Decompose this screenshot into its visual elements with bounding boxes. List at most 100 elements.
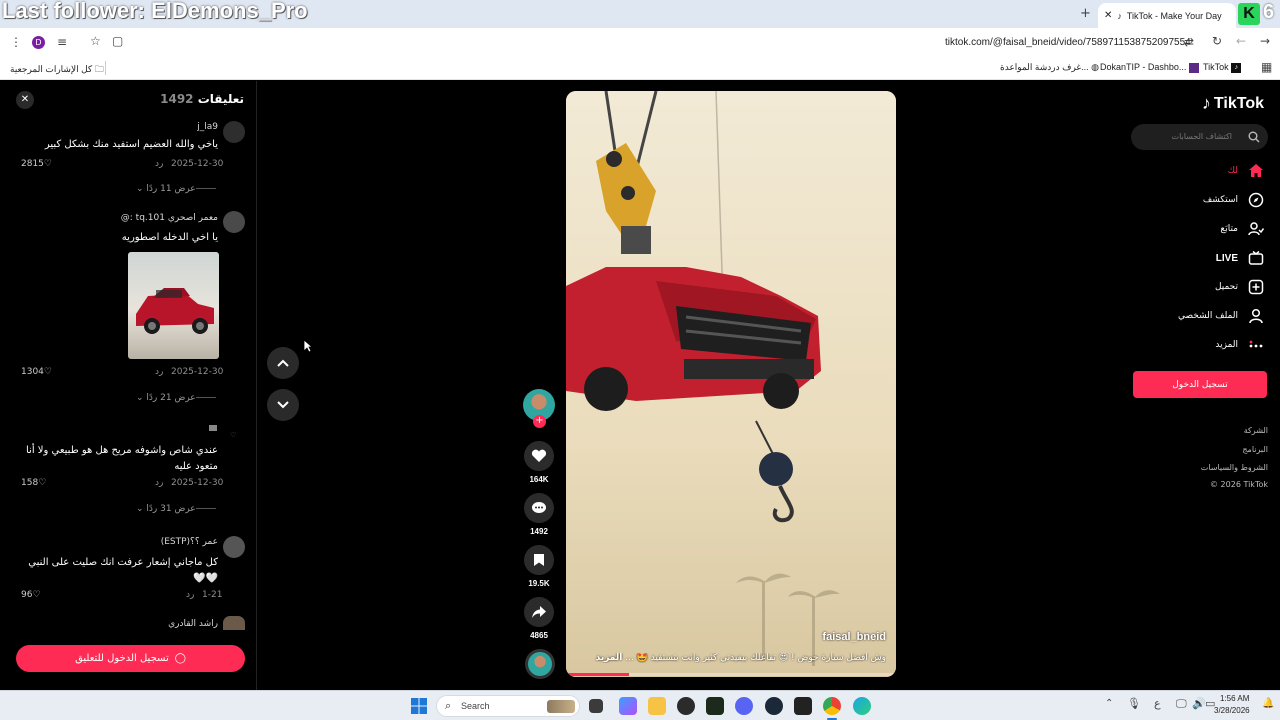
like-comment-button[interactable]: 1304♡ bbox=[21, 367, 52, 377]
sidebar-item-for-you[interactable]: لك bbox=[1228, 163, 1264, 178]
reply-button[interactable]: رد bbox=[155, 367, 163, 377]
footer-link-company[interactable]: الشركة bbox=[1244, 426, 1268, 435]
windows-taskbar: ⌕ Search ⌃ 🎙 ع 🖵 🔊 ▭ 1:56 AM 3/28/2026 🔔 bbox=[0, 690, 1280, 720]
like-comment-button[interactable]: 158♡ bbox=[21, 478, 46, 488]
search-box[interactable]: اكتشاف الحسابات bbox=[1131, 124, 1268, 150]
footer-link-terms[interactable]: الشروط والسياسات bbox=[1201, 463, 1268, 472]
caption-more-link[interactable]: المزيد bbox=[596, 653, 623, 663]
sidebar-item-more[interactable]: المزيد bbox=[1215, 337, 1264, 353]
comments-header: تعليقات 1492 bbox=[160, 92, 244, 106]
sidebar-item-live[interactable]: LIVE bbox=[1216, 250, 1264, 266]
share-action[interactable]: 4865 bbox=[524, 597, 554, 640]
address-bar[interactable]: tiktok.com/@faisal_bneid/video/758971153… bbox=[945, 37, 1191, 48]
sidebar-item-explore[interactable]: استكشف bbox=[1203, 192, 1264, 208]
close-tab-icon[interactable]: ✕ bbox=[1104, 10, 1112, 21]
new-tab-icon[interactable]: + bbox=[1080, 7, 1091, 20]
sound-avatar[interactable] bbox=[525, 649, 555, 679]
close-comments-button[interactable]: ✕ bbox=[16, 91, 34, 109]
discord-icon[interactable] bbox=[735, 697, 753, 715]
following-icon bbox=[1248, 222, 1264, 236]
task-view-icon[interactable] bbox=[589, 699, 603, 713]
back-icon[interactable]: → bbox=[1260, 35, 1270, 47]
login-to-comment-button[interactable]: ◯ تسجيل الدخول للتعليق bbox=[16, 645, 245, 672]
video-author[interactable]: faisal_bneid bbox=[822, 631, 886, 643]
edge-icon[interactable] bbox=[853, 697, 871, 715]
video-progress-track[interactable] bbox=[566, 673, 896, 676]
bookmark-dokan[interactable]: DokanTIP - Dashbo... bbox=[1100, 62, 1199, 73]
volume-icon[interactable]: 🔊 bbox=[1192, 698, 1206, 709]
search-placeholder: اكتشاف الحسابات bbox=[1171, 132, 1232, 141]
previous-video-button[interactable] bbox=[267, 347, 299, 379]
bookmark-chat[interactable]: غرف دردشة المواعدة... ◍ bbox=[1000, 62, 1099, 73]
network-icon[interactable]: 🖵 bbox=[1176, 698, 1187, 709]
save-action[interactable]: 19.5K bbox=[524, 545, 554, 588]
notifications-icon[interactable]: 🔔 bbox=[1262, 699, 1274, 709]
comment-username[interactable]: عمر ؟؟(ESTP) bbox=[161, 537, 218, 547]
language-indicator[interactable]: ع bbox=[1154, 698, 1161, 709]
tray-overflow-icon[interactable]: ⌃ bbox=[1105, 699, 1113, 709]
view-replies-button[interactable]: عرض 21 ردًا ⌄ bbox=[136, 393, 222, 403]
tab-title: TikTok - Make Your Day bbox=[1126, 10, 1222, 21]
store-icon[interactable] bbox=[619, 697, 637, 715]
microphone-icon[interactable]: 🎙 bbox=[1127, 698, 1141, 709]
reload-icon[interactable]: ↻ bbox=[1212, 35, 1222, 47]
follow-button[interactable]: + bbox=[533, 415, 546, 428]
avatar[interactable] bbox=[223, 211, 245, 233]
reply-button[interactable]: رد bbox=[186, 590, 194, 600]
comment-image[interactable] bbox=[128, 252, 219, 359]
home-icon bbox=[1249, 164, 1263, 177]
footer-link-program[interactable]: البرنامج bbox=[1242, 445, 1268, 454]
browser-tab[interactable]: ✕ ♪ TikTok - Make Your Day bbox=[1098, 3, 1236, 28]
forward-icon[interactable]: ← bbox=[1236, 35, 1246, 47]
view-replies-button[interactable]: عرض 11 ردًا ⌄ bbox=[136, 184, 222, 194]
menu-dots-icon[interactable]: ⋮ bbox=[10, 36, 22, 48]
steam-icon[interactable] bbox=[765, 697, 783, 715]
comment-text: كل ماجاني إشعار عرفت انك صليت على النبي … bbox=[28, 557, 218, 584]
video-player[interactable]: faisal_bneid وش افضل سيارة حوض ! 😍 تفاعل… bbox=[566, 91, 896, 677]
sidebar-item-profile[interactable]: الملف الشخصي bbox=[1178, 308, 1264, 324]
video-frame bbox=[566, 91, 896, 677]
clock-time[interactable]: 1:56 AM bbox=[1220, 694, 1249, 703]
comment-text: يا اخي الدخله اصطوريه bbox=[121, 232, 218, 243]
bookmark-star-icon[interactable]: ☆ bbox=[90, 35, 101, 47]
comment-text: عندي شاص واشوفه مريح هل هو طبيعي ولا أنا… bbox=[26, 445, 218, 472]
like-comment-button[interactable]: 96♡ bbox=[21, 590, 41, 600]
mouse-cursor-icon bbox=[303, 339, 313, 353]
chevron-down-icon bbox=[277, 401, 289, 409]
like-count: 164K bbox=[529, 475, 549, 484]
like-action[interactable]: 164K bbox=[524, 441, 554, 484]
file-explorer-icon[interactable] bbox=[648, 697, 666, 715]
comment-username[interactable]: راشد القادري bbox=[168, 619, 218, 629]
reading-list-icon[interactable]: ≡ bbox=[57, 36, 67, 48]
compass-icon bbox=[1248, 192, 1264, 208]
game-icon[interactable] bbox=[794, 697, 812, 715]
apps-grid-icon[interactable]: ▦ bbox=[1261, 61, 1272, 73]
reply-button[interactable]: رد bbox=[155, 478, 163, 488]
taskbar-search[interactable]: ⌕ Search bbox=[436, 695, 580, 717]
sidebar-item-upload[interactable]: تحميل bbox=[1215, 279, 1264, 295]
all-bookmarks[interactable]: 🗀 كل الإشارات المرجعية bbox=[10, 62, 104, 78]
sidebar-item-following[interactable]: متابَع bbox=[1220, 221, 1264, 237]
avatar[interactable] bbox=[223, 616, 245, 630]
clock-date[interactable]: 3/28/2026 bbox=[1214, 706, 1250, 715]
avatar[interactable] bbox=[223, 121, 245, 143]
reply-button[interactable]: رد bbox=[155, 159, 163, 169]
terminal-icon[interactable] bbox=[706, 697, 724, 715]
comment-username[interactable]: j_la9 bbox=[197, 122, 218, 132]
tiktok-logo[interactable]: ♪ TikTok bbox=[1202, 93, 1264, 114]
install-app-icon[interactable]: ▢ bbox=[112, 35, 123, 47]
comment-username[interactable]: معمر اصحري 101.tq :@ bbox=[121, 213, 218, 223]
view-replies-button[interactable]: عرض 31 ردًا ⌄ bbox=[136, 504, 222, 514]
windows-start-icon[interactable] bbox=[411, 698, 427, 714]
app-icon[interactable] bbox=[677, 697, 695, 715]
avatar[interactable] bbox=[223, 536, 245, 558]
sidebar-login-button[interactable]: تسجيل الدخول bbox=[1133, 371, 1267, 398]
comment-action[interactable]: 1492 bbox=[524, 493, 554, 536]
profile-avatar[interactable]: D bbox=[32, 36, 45, 49]
next-video-button[interactable] bbox=[267, 389, 299, 421]
site-settings-icon[interactable]: ⇄ bbox=[1184, 36, 1194, 48]
bookmark-tiktok[interactable]: TikTok ♪ bbox=[1203, 62, 1242, 73]
like-comment-button[interactable]: 2815♡ bbox=[21, 159, 52, 169]
chrome-icon[interactable] bbox=[823, 697, 841, 715]
avatar[interactable] bbox=[209, 425, 217, 431]
